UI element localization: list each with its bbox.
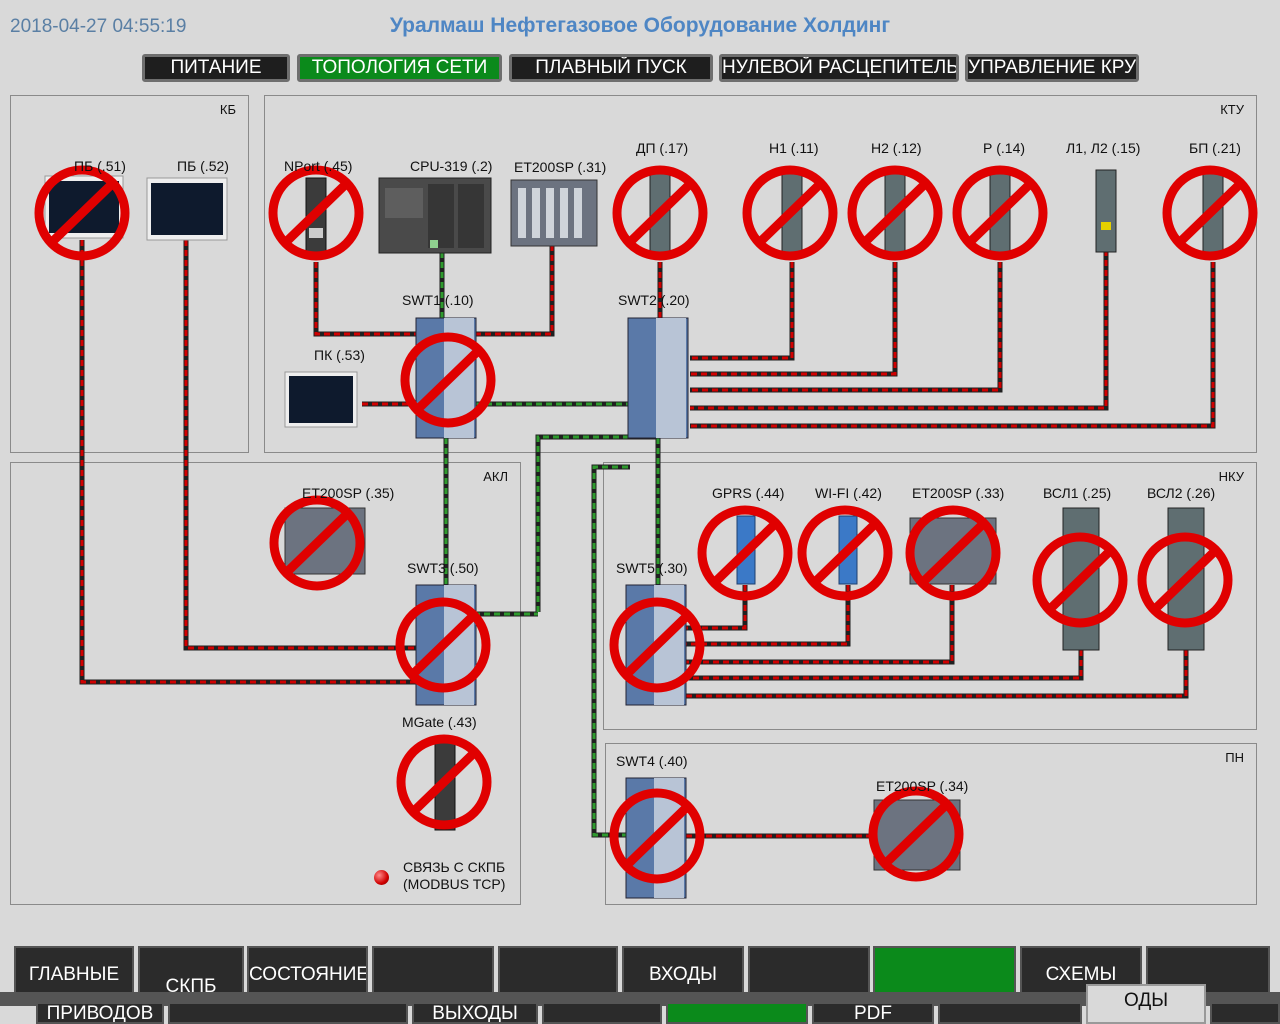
label-n2: Н2 (.12) [871,140,922,156]
btn-blank-8[interactable] [1210,1002,1280,1024]
et200sp-31[interactable] [510,179,598,247]
btn-green-2[interactable] [666,1002,808,1024]
label-n1: Н1 (.11) [769,140,819,156]
btn-blank-3[interactable] [748,946,870,996]
btn-blank-1[interactable] [372,946,494,996]
status-line2: (MODBUS TCP) [403,876,506,892]
btn-blank-2[interactable] [498,946,618,996]
label-pk: ПК (.53) [314,347,365,363]
label-et34: ET200SP (.34) [876,778,969,794]
label-l1l2: Л1, Л2 (.15) [1066,140,1141,156]
label-pb52: ПБ (.52) [177,158,229,174]
btn-main-drives[interactable]: ГЛАВНЫЕ [14,946,134,996]
label-mgate: MGate (.43) [402,714,477,730]
label-swt4: SWT4 (.40) [616,753,688,769]
label-nport: NPort (.45) [284,158,353,174]
label-et33: ET200SP (.33) [912,485,1005,501]
btn-blank-5[interactable] [168,1002,408,1024]
drive-l1l2[interactable] [1095,169,1117,253]
cpu-319[interactable] [378,177,492,254]
label-vsl2: ВСЛ2 (.26) [1147,485,1216,501]
btn-odi[interactable]: ОДЫ [1086,984,1206,1024]
btn-blank-6[interactable] [542,1002,662,1024]
label-r: Р (.14) [983,140,1026,156]
label-dp: ДП (.17) [636,140,689,156]
label-swt3: SWT3 (.50) [407,560,479,576]
label-wifi: WI-FI (.42) [815,485,882,501]
btn-drive-state[interactable]: СОСТОЯНИЕ [247,946,368,996]
label-vsl1: ВСЛ1 (.25) [1043,485,1112,501]
label-gprs: GPRS (.44) [712,485,785,501]
switch-swt2[interactable] [627,317,689,439]
label-cpu: CPU-319 (.2) [410,158,493,174]
label-et35: ET200SP (.35) [302,485,395,501]
status-led-red [374,870,389,885]
btn-outputs[interactable]: ВЫХОДЫ [412,1002,538,1024]
status-line1: СВЯЗЬ С СКПБ [403,859,506,875]
btn-blank-7[interactable] [938,1002,1082,1024]
label-et31: ET200SP (.31) [514,159,607,175]
btn-green[interactable] [873,946,1016,996]
label-bp: БП (.21) [1189,140,1241,156]
panel-pb52[interactable] [146,177,228,241]
btn-drives-2[interactable]: ПРИВОДОВ [36,1002,164,1024]
label-swt1: SWT1 (.10) [402,292,474,308]
btn-pdf[interactable]: PDF [812,1002,934,1024]
label-pb51: ПБ (.51) [74,158,126,174]
btn-skpb[interactable]: СКПБ [138,946,244,996]
btn-inputs[interactable]: ВХОДЫ [622,946,744,996]
panel-pk[interactable] [284,371,358,428]
label-swt5: SWT5 (.30) [616,560,688,576]
label-swt2: SWT2 (.20) [618,292,690,308]
